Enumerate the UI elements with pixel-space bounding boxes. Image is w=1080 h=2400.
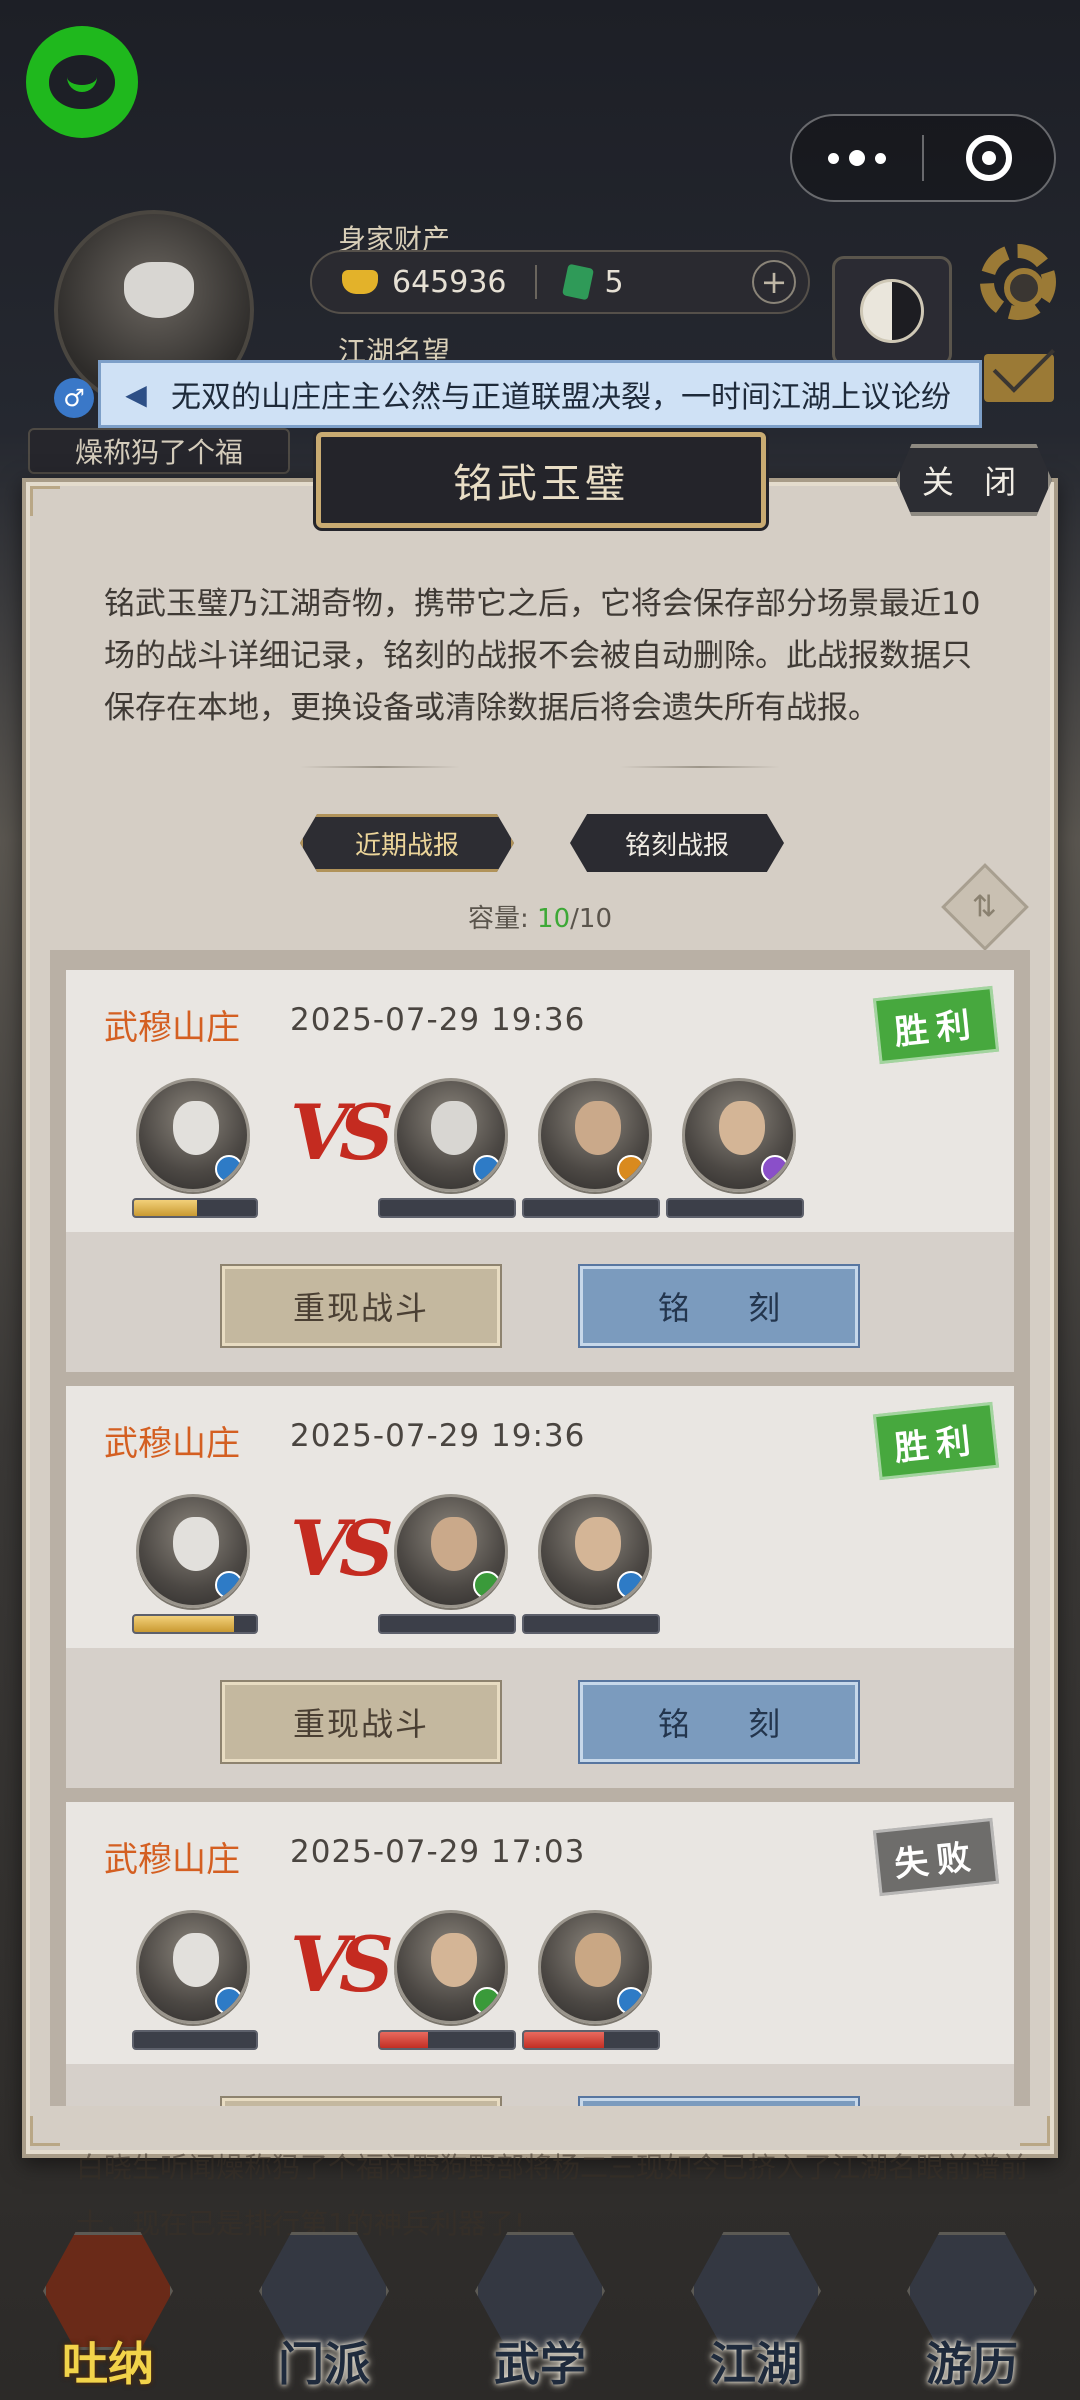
player-hp-bar xyxy=(132,1614,258,1634)
player-hero-avatar xyxy=(136,1494,250,1608)
replay-battle-button[interactable]: 重现战斗 xyxy=(220,1264,502,1348)
nav-item-4[interactable]: 江湖 xyxy=(681,2224,831,2394)
engrave-button[interactable]: 铭 刻 xyxy=(578,2096,860,2106)
vs-label: VS xyxy=(290,1504,394,1593)
coin-count: 645936 xyxy=(392,264,507,300)
capacity-current: 10 xyxy=(537,904,571,934)
nav-item-label: 游历 xyxy=(926,2337,1018,2391)
tab-engraved-reports[interactable]: 铭刻战报 xyxy=(570,814,784,872)
enemy-hero-avatar xyxy=(538,1910,652,2024)
element-badge-icon xyxy=(617,1571,645,1599)
replay-battle-button[interactable]: 重现战斗 xyxy=(220,1680,502,1764)
more-menu-icon[interactable] xyxy=(792,150,922,166)
dialog-description: 铭武玉璧乃江湖奇物，携带它之后，它将会保存部分场景最近10场的战斗详细记录，铭刻… xyxy=(104,586,981,726)
element-badge-icon xyxy=(761,1155,789,1183)
nav-item-5[interactable]: 游历 xyxy=(897,2224,1047,2394)
element-badge-icon xyxy=(473,1571,501,1599)
capacity-indicator: 容量: 10/10 xyxy=(0,898,1080,935)
enemy-hero-avatar xyxy=(394,1910,508,2024)
player-hero-avatar xyxy=(136,1910,250,2024)
currency-bar: 645936 5 + xyxy=(310,250,810,314)
record-sect: 武穆山庄 xyxy=(104,1840,240,1880)
nav-item-2[interactable]: 门派 xyxy=(249,2224,399,2394)
nav-item-label: 武学 xyxy=(494,2337,586,2391)
element-badge-icon xyxy=(617,1155,645,1183)
nav-item-label: 门派 xyxy=(278,2337,370,2391)
player-hero-avatar xyxy=(136,1078,250,1192)
vs-label: VS xyxy=(290,1088,394,1177)
replay-battle-button[interactable]: 重现战斗 xyxy=(220,2096,502,2106)
enemy-hp-fill xyxy=(524,2032,605,2048)
record-list[interactable]: 武穆山庄 2025-07-29 19:36 胜利 VS 重现战斗铭 刻武穆山庄 2025-… xyxy=(50,950,1030,2106)
nav-item-1[interactable]: 吐纳 xyxy=(33,2224,183,2394)
record-time: 2025-07-29 19:36 xyxy=(290,1418,586,1454)
jade-count: 5 xyxy=(604,264,624,300)
mail-icon[interactable] xyxy=(984,354,1054,402)
bottom-navigation: 吐纳 门派 武学 江湖 游历 xyxy=(0,2212,1080,2400)
gender-badge-icon xyxy=(215,1155,243,1183)
enemy-hp-bar xyxy=(522,1198,660,1218)
enemy-hp-bar xyxy=(522,1614,660,1634)
result-stamp: 胜利 xyxy=(872,1401,1000,1481)
enemy-hero-avatar xyxy=(538,1494,652,1608)
taiji-button[interactable] xyxy=(832,256,952,366)
player-hp-bar xyxy=(132,1198,258,1218)
nav-item-label: 江湖 xyxy=(710,2337,802,2391)
enemy-hero-avatar xyxy=(394,1494,508,1608)
element-badge-icon xyxy=(473,1155,501,1183)
battle-record-card: 武穆山庄 2025-07-29 19:36 胜利 VS 重现战斗铭 刻 xyxy=(66,1386,1014,1788)
megaphone-icon: ◀ xyxy=(125,377,147,411)
player-nickname: 燥称犸了个福 xyxy=(28,428,290,474)
enemy-hp-bar xyxy=(522,2030,660,2050)
result-stamp: 胜利 xyxy=(872,985,1000,1065)
result-stamp: 失败 xyxy=(872,1817,1000,1897)
nav-item-3[interactable]: 武学 xyxy=(465,2224,615,2394)
player-hp-fill xyxy=(134,1200,198,1216)
element-badge-icon xyxy=(617,1987,645,2015)
divider-left xyxy=(300,766,460,768)
enemy-hero-avatar xyxy=(538,1078,652,1192)
capacity-label: 容量: xyxy=(468,904,538,934)
game-screen: 身家财产 645936 5 + 江湖名望 ♂ 燥称犸了个福 ◀ 无双的山庄庄主公… xyxy=(0,0,1080,2400)
battle-record-card: 武穆山庄 2025-07-29 17:03 失败 VS 重现战斗 铭 刻 xyxy=(66,1802,1014,2106)
mini-program-capsule xyxy=(790,114,1056,202)
jade-icon xyxy=(561,263,594,301)
enemy-hero-avatar xyxy=(682,1078,796,1192)
gold-ingot-icon xyxy=(342,270,378,294)
record-sect: 武穆山庄 xyxy=(104,1424,240,1464)
gear-icon[interactable] xyxy=(980,244,1056,320)
player-hp-bar xyxy=(132,2030,258,2050)
enemy-hp-bar xyxy=(378,1198,516,1218)
nav-item-label: 吐纳 xyxy=(62,2337,154,2391)
record-time: 2025-07-29 17:03 xyxy=(290,1834,586,1870)
dialog-title: 铭武玉璧 xyxy=(316,432,766,528)
app-logo-icon xyxy=(26,26,138,138)
gender-icon: ♂ xyxy=(54,378,94,418)
divider-right xyxy=(620,766,780,768)
enemy-hp-bar xyxy=(378,1614,516,1634)
element-badge-icon xyxy=(473,1987,501,2015)
record-sect: 武穆山庄 xyxy=(104,1008,240,1048)
enemy-hp-bar xyxy=(666,1198,804,1218)
engrave-button[interactable]: 铭 刻 xyxy=(578,1264,860,1348)
engrave-button[interactable]: 铭 刻 xyxy=(578,1680,860,1764)
enemy-hp-fill xyxy=(380,2032,429,2048)
player-hp-fill xyxy=(134,1616,235,1632)
add-currency-button[interactable]: + xyxy=(752,260,796,304)
announcement-text: 无双的山庄庄主公然与正道联盟决裂，一时间江湖上议论纷 xyxy=(171,380,951,415)
taiji-icon xyxy=(860,279,924,343)
enemy-hero-avatar xyxy=(394,1078,508,1192)
close-button[interactable]: 关 闭 xyxy=(896,444,1052,516)
capacity-total: /10 xyxy=(570,904,612,934)
vs-label: VS xyxy=(290,1920,394,2009)
record-time: 2025-07-29 19:36 xyxy=(290,1002,586,1038)
exit-target-icon[interactable] xyxy=(924,135,1054,181)
enemy-hp-bar xyxy=(378,2030,516,2050)
battle-record-card: 武穆山庄 2025-07-29 19:36 胜利 VS 重现战斗铭 刻 xyxy=(66,970,1014,1372)
tab-recent-reports[interactable]: 近期战报 xyxy=(300,814,514,872)
gender-badge-icon xyxy=(215,1571,243,1599)
gender-badge-icon xyxy=(215,1987,243,2015)
announcement-marquee: ◀ 无双的山庄庄主公然与正道联盟决裂，一时间江湖上议论纷 xyxy=(98,360,982,428)
